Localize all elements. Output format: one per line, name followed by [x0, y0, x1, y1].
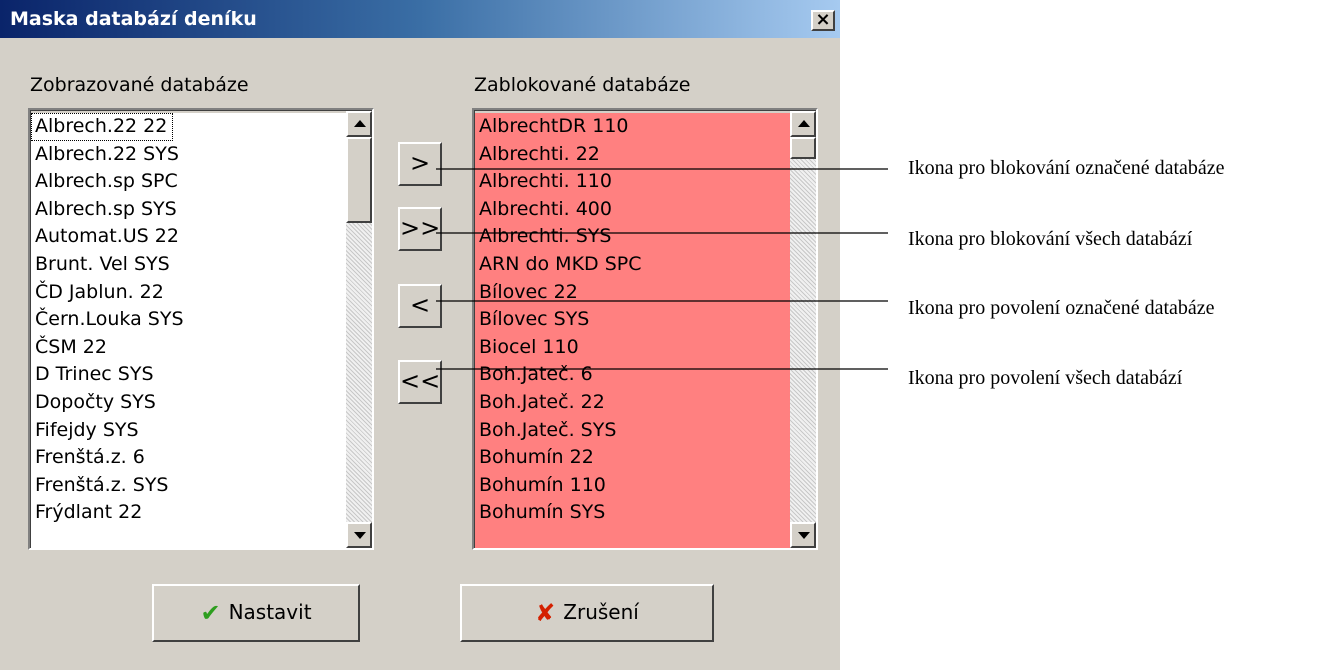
- annotation-lines: [436, 168, 888, 370]
- annotation-allow-selected: Ikona pro povolení označené databáze: [908, 297, 1215, 319]
- annotation-block-selected: Ikona pro blokování označené databáze: [908, 157, 1225, 179]
- annotation-allow-all: Ikona pro povolení všech databází: [908, 367, 1183, 389]
- annotation-block-all: Ikona pro blokování všech databází: [908, 228, 1193, 250]
